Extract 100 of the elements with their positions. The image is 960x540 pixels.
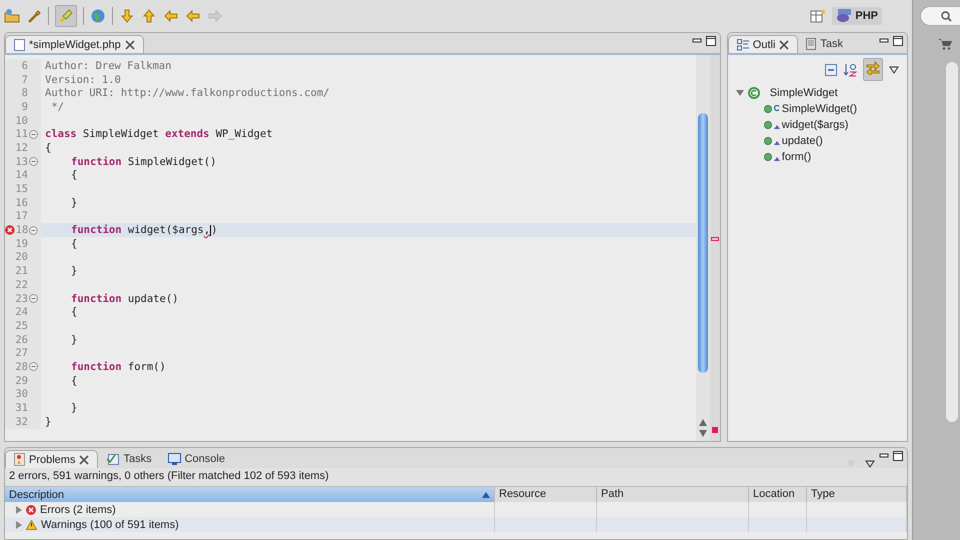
search-icon: [941, 10, 952, 22]
line-number: 28: [15, 360, 28, 373]
tasks-icon: [106, 453, 120, 465]
scrollbar[interactable]: [946, 62, 958, 422]
maximize-icon[interactable]: [706, 36, 716, 46]
tree-item[interactable]: update(): [782, 135, 823, 147]
line-number: 13: [15, 156, 28, 168]
collapse-all-icon[interactable]: [825, 64, 837, 76]
code-text: }: [71, 265, 78, 278]
line-number: 11: [15, 128, 28, 140]
globe-icon[interactable]: [90, 8, 106, 24]
php-perspective-icon: [836, 9, 852, 23]
code-text: }: [71, 402, 78, 414]
code-comment: */: [50, 100, 64, 113]
warning-icon: [26, 520, 37, 530]
collapse-icon[interactable]: [29, 130, 38, 139]
close-icon[interactable]: [779, 40, 790, 50]
search-field[interactable]: [920, 6, 960, 26]
line-number: 31: [15, 402, 28, 414]
close-icon[interactable]: [79, 454, 90, 464]
line-number: 20: [15, 251, 28, 264]
line-number: 23: [15, 292, 28, 305]
line-number: 10: [15, 114, 28, 127]
view-tab[interactable]: Tasks: [98, 450, 160, 468]
code-text: {: [71, 169, 78, 182]
scroll-up-icon[interactable]: [698, 419, 707, 426]
line-number: 25: [15, 320, 28, 332]
line-number: 12: [15, 142, 28, 154]
outline-icon: [736, 38, 749, 50]
error-icon: [26, 504, 36, 514]
class-icon: [748, 87, 760, 99]
code-text: }: [45, 416, 52, 428]
collapse-icon[interactable]: [29, 157, 38, 166]
error-squiggle: ,: [204, 224, 210, 236]
collapse-icon[interactable]: [29, 226, 38, 235]
code-keyword: function: [71, 224, 122, 236]
close-icon[interactable]: [124, 40, 135, 50]
code-comment: Author: Drew Falkman: [45, 60, 172, 72]
brush-icon[interactable]: [58, 8, 74, 24]
line-number: 19: [15, 238, 28, 250]
folder-icon[interactable]: [4, 8, 20, 24]
line-number: 27: [15, 347, 28, 360]
view-tab[interactable]: Problems: [5, 450, 98, 468]
line-number: 29: [15, 374, 28, 387]
code-text: ): [211, 224, 218, 236]
line-number: 15: [15, 183, 28, 196]
column-header[interactable]: Path: [597, 487, 749, 502]
column-header[interactable]: Resource: [495, 487, 597, 502]
line-number: 32: [15, 416, 28, 428]
collapsed-arrow-icon[interactable]: [15, 506, 22, 514]
document-icon: [806, 38, 816, 50]
view-menu-icon[interactable]: [889, 66, 899, 74]
collapse-icon[interactable]: [29, 294, 38, 304]
tree-item[interactable]: widget($args): [782, 119, 848, 131]
open-perspective-icon[interactable]: [810, 8, 826, 24]
tree-item[interactable]: form(): [782, 151, 812, 163]
error-marker[interactable]: [710, 237, 719, 241]
sort-arrow-icon: [482, 492, 490, 498]
column-header[interactable]: Type: [807, 487, 907, 502]
line-number: 30: [15, 388, 28, 400]
code-text: widget($args: [126, 224, 204, 236]
line-number: 14: [15, 169, 28, 182]
line-number: 16: [15, 196, 28, 209]
collapse-icon[interactable]: [29, 362, 38, 372]
line-number: 22: [15, 278, 28, 291]
link-arrows-icon[interactable]: [866, 61, 880, 75]
editor-tab[interactable]: *simpleWidget.php: [5, 35, 144, 53]
view-tab[interactable]: Outli: [728, 35, 798, 53]
problems-icon: [14, 453, 25, 466]
code-text: form(): [126, 360, 166, 373]
collapsed-arrow-icon[interactable]: [15, 520, 22, 528]
view-menu-icon[interactable]: [865, 460, 875, 468]
back-arrow-icon[interactable]: [163, 8, 179, 24]
scrollbar-thumb[interactable]: [698, 113, 708, 373]
back-arrow-icon[interactable]: [185, 8, 201, 24]
maximize-icon[interactable]: [893, 451, 903, 461]
code-text: }: [71, 334, 78, 346]
code-comment: Version: 1.0: [45, 74, 121, 86]
maximize-icon[interactable]: [893, 36, 903, 46]
code-keyword: class: [45, 128, 77, 140]
code-text: {: [71, 374, 78, 387]
scroll-down-icon[interactable]: [698, 430, 707, 437]
tree-item[interactable]: SimpleWidget(): [782, 103, 857, 115]
expanded-arrow-icon[interactable]: [736, 89, 744, 97]
arrow-up-icon[interactable]: [141, 8, 157, 24]
column-header[interactable]: Location: [749, 487, 807, 502]
view-tab[interactable]: Console: [160, 450, 233, 468]
sort-icon[interactable]: [843, 62, 857, 76]
perspective-button[interactable]: PHP: [832, 7, 882, 25]
code-text: {: [45, 142, 52, 154]
column-header[interactable]: Description: [5, 487, 495, 502]
code-text: SimpleWidget(): [126, 156, 216, 168]
cart-icon[interactable]: [938, 38, 952, 50]
code-keyword: function: [71, 292, 122, 305]
line-number: 8: [22, 87, 28, 100]
tree-item[interactable]: Warnings (100 of 591 items): [41, 518, 179, 530]
view-tab[interactable]: Task: [798, 35, 852, 53]
tree-item[interactable]: Errors (2 items): [40, 504, 116, 516]
tree-item[interactable]: SimpleWidget: [764, 87, 838, 99]
arrow-down-icon[interactable]: [119, 8, 135, 24]
